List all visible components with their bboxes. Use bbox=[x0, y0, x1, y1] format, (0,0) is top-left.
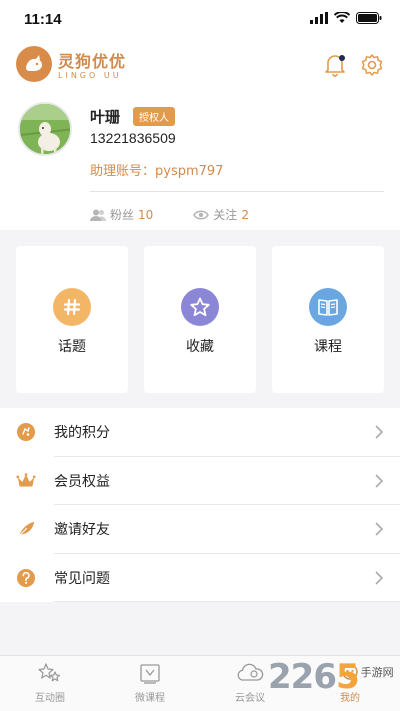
logo-subtitle: LINGO UU bbox=[58, 71, 122, 80]
hash-icon bbox=[53, 288, 91, 326]
menu-label-faq: 常见问题 bbox=[54, 570, 110, 587]
follow-stat[interactable]: 关注 2 bbox=[193, 206, 249, 223]
signal-icon bbox=[310, 12, 328, 24]
fans-icon bbox=[90, 209, 106, 221]
site-watermark: 2265 手游网 bbox=[268, 660, 394, 694]
authorized-badge: 授权人 bbox=[133, 107, 175, 126]
avatar[interactable] bbox=[18, 102, 72, 156]
tab-microcourse[interactable]: 微课程 bbox=[120, 662, 180, 704]
watermark-text: 手游网 bbox=[360, 666, 394, 679]
tab-cloud-meeting-label: 云会议 bbox=[235, 693, 265, 704]
stars-icon bbox=[38, 663, 61, 682]
fans-label: 粉丝 bbox=[110, 208, 135, 222]
course-icon bbox=[140, 664, 160, 684]
fans-stat[interactable]: 粉丝 10 bbox=[90, 206, 153, 223]
profile-stats: 粉丝 10 关注 2 bbox=[90, 206, 289, 223]
logo-dog-icon bbox=[16, 46, 52, 82]
chevron-right-icon bbox=[375, 474, 384, 488]
topic-card[interactable]: 话题 bbox=[16, 246, 128, 393]
chevron-right-icon bbox=[375, 425, 384, 439]
menu-label-points: 我的积分 bbox=[54, 425, 110, 442]
crown-icon bbox=[16, 471, 36, 491]
star-icon bbox=[181, 288, 219, 326]
fans-count: 10 bbox=[138, 207, 154, 222]
menu-item-membership[interactable]: 会员权益 bbox=[0, 457, 400, 505]
watermark-number: 2265 bbox=[268, 657, 360, 697]
watermark-number-a: 226 bbox=[268, 657, 337, 697]
follow-label: 关注 bbox=[213, 208, 238, 222]
menu-item-points[interactable]: 我的积分 bbox=[0, 408, 400, 457]
tab-microcourse-label: 微课程 bbox=[135, 693, 165, 704]
app-logo: 灵狗优优 LINGO UU bbox=[16, 46, 126, 82]
tab-community[interactable]: 互动圈 bbox=[20, 662, 80, 704]
user-name: 叶珊 bbox=[90, 108, 121, 126]
chevron-right-icon bbox=[375, 571, 384, 585]
profile-header: 灵狗优优 LINGO UU 叶珊 授权人 13221836509 助理账号：py… bbox=[0, 40, 400, 230]
course-card[interactable]: 课程 bbox=[272, 246, 384, 393]
wifi-icon bbox=[334, 12, 350, 23]
tab-community-label: 互动圈 bbox=[35, 693, 65, 704]
follow-count: 2 bbox=[241, 207, 249, 222]
menu-label-invite: 邀请好友 bbox=[54, 522, 110, 539]
settings-gear-icon[interactable] bbox=[359, 52, 385, 78]
quick-cards: 话题 收藏 课程 bbox=[0, 230, 400, 406]
menu-item-faq[interactable]: 常见问题 bbox=[0, 554, 400, 602]
menu-item-invite[interactable]: 邀请好友 bbox=[0, 505, 400, 554]
logo-title: 灵狗优优 bbox=[58, 52, 127, 71]
points-icon bbox=[16, 422, 36, 442]
cloud-icon bbox=[237, 663, 264, 681]
menu-divider bbox=[54, 601, 400, 602]
topic-card-label: 话题 bbox=[58, 339, 86, 355]
favorites-card[interactable]: 收藏 bbox=[144, 246, 256, 393]
course-card-label: 课程 bbox=[314, 339, 342, 355]
status-bar: 11:14 bbox=[0, 0, 400, 40]
status-time: 11:14 bbox=[24, 11, 62, 28]
user-phone: 13221836509 bbox=[90, 130, 176, 146]
book-icon bbox=[309, 288, 347, 326]
notification-bell-icon[interactable] bbox=[322, 52, 348, 78]
profile-divider bbox=[90, 191, 384, 192]
assistant-account: 助理账号：pyspm797 bbox=[90, 164, 224, 179]
watermark-number-b: 5 bbox=[335, 657, 360, 697]
menu-label-membership: 会员权益 bbox=[54, 473, 110, 490]
favorites-card-label: 收藏 bbox=[186, 339, 214, 355]
eye-icon bbox=[193, 210, 210, 219]
feather-icon bbox=[16, 519, 36, 539]
settings-menu: 我的积分 会员权益 邀请好友 常见问题 bbox=[0, 408, 400, 602]
status-icons bbox=[310, 12, 382, 24]
question-icon bbox=[16, 568, 36, 588]
chevron-right-icon bbox=[375, 522, 384, 536]
battery-icon bbox=[356, 12, 382, 24]
